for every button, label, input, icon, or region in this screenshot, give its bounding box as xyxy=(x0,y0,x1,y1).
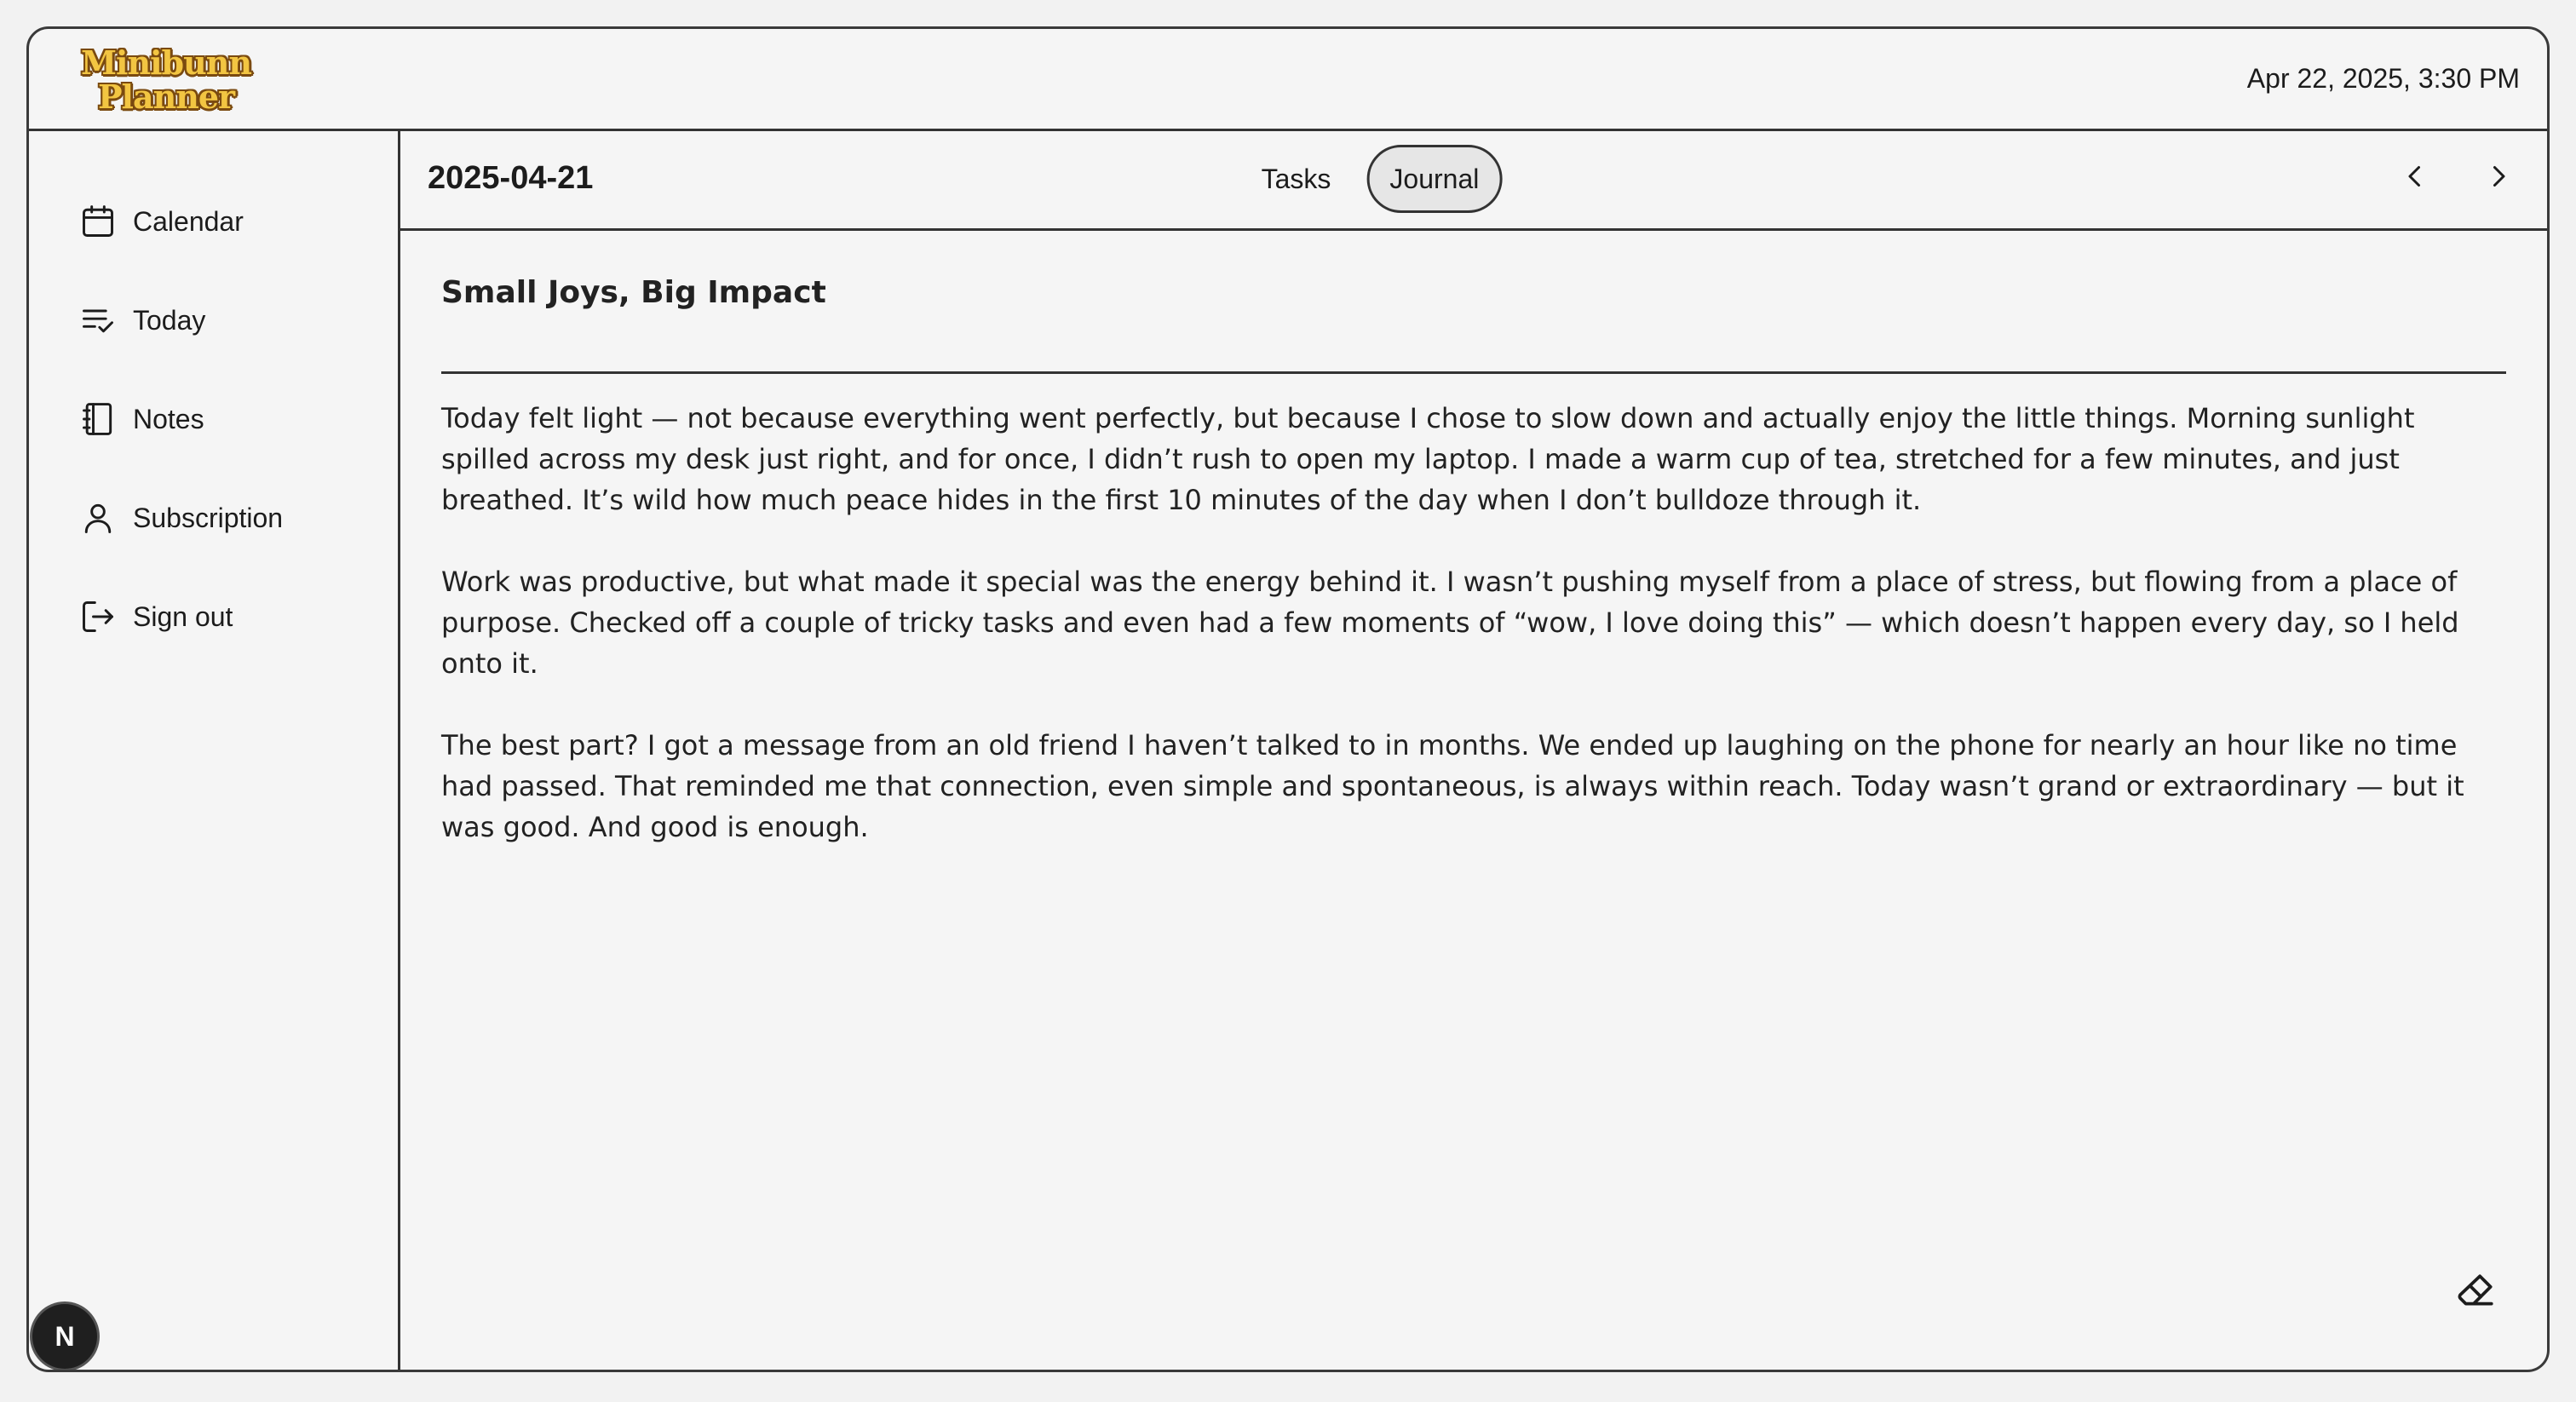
sidebar-item-label: Today xyxy=(133,304,206,336)
previous-day-button[interactable] xyxy=(2390,153,2440,203)
chevron-right-icon xyxy=(2483,161,2514,196)
tab-tasks[interactable]: Tasks xyxy=(1241,145,1352,213)
sidebar: Calendar Today Notes Subscription Sign o… xyxy=(29,131,400,1370)
sidebar-item-today[interactable]: Today xyxy=(78,295,205,346)
dev-avatar-button[interactable]: N xyxy=(32,1304,97,1369)
next-day-button[interactable] xyxy=(2474,153,2523,203)
sidebar-item-subscription[interactable]: Subscription xyxy=(78,492,283,543)
sidebar-item-label: Notes xyxy=(133,403,204,434)
app-window: Minibunn Planner Apr 22, 2025, 3:30 PM C… xyxy=(26,26,2550,1372)
user-icon xyxy=(78,498,118,537)
sign-out-icon xyxy=(78,597,118,636)
main-panel: 2025-04-21 Tasks Journal Small Joys, Big… xyxy=(400,131,2547,1370)
journal-paragraph: The best part? I got a message from an o… xyxy=(441,729,2464,843)
tab-journal[interactable]: Journal xyxy=(1366,145,1503,213)
journal-paragraph: Work was productive, but what made it sp… xyxy=(441,566,2459,680)
calendar-icon xyxy=(78,202,118,241)
sidebar-item-calendar[interactable]: Calendar xyxy=(78,196,244,247)
notebook-icon xyxy=(78,399,118,439)
sidebar-item-label: Subscription xyxy=(133,502,284,533)
eraser-icon xyxy=(2454,1270,2497,1317)
journal-paragraph: Today felt light — not because everythin… xyxy=(441,402,2415,516)
logo-line-1: Minibunn xyxy=(80,43,252,82)
current-datetime: Apr 22, 2025, 3:30 PM xyxy=(2246,63,2520,94)
view-tabs: Tasks Journal xyxy=(1241,145,1503,213)
checklist-icon xyxy=(78,301,118,340)
journal-editor[interactable]: Small Joys, Big Impact Today felt light … xyxy=(441,231,2506,1370)
logo-line-2: Planner xyxy=(97,78,235,116)
sidebar-item-label: Calendar xyxy=(133,205,244,237)
chevron-left-icon xyxy=(2400,161,2430,196)
date-navigation xyxy=(2356,153,2523,203)
journal-body[interactable]: Today felt light — not because everythin… xyxy=(441,398,2506,888)
journal-title[interactable]: Small Joys, Big Impact xyxy=(441,275,826,310)
title-divider xyxy=(441,371,2506,374)
main-header: 2025-04-21 Tasks Journal xyxy=(400,131,2547,231)
top-bar: Minibunn Planner Apr 22, 2025, 3:30 PM xyxy=(29,29,2547,131)
selected-date: 2025-04-21 xyxy=(428,160,594,196)
sidebar-item-label: Sign out xyxy=(133,600,233,632)
sidebar-item-sign-out[interactable]: Sign out xyxy=(78,591,233,642)
sidebar-item-notes[interactable]: Notes xyxy=(78,394,204,445)
clear-entry-button[interactable] xyxy=(2452,1269,2499,1317)
app-logo[interactable]: Minibunn Planner xyxy=(68,46,264,118)
